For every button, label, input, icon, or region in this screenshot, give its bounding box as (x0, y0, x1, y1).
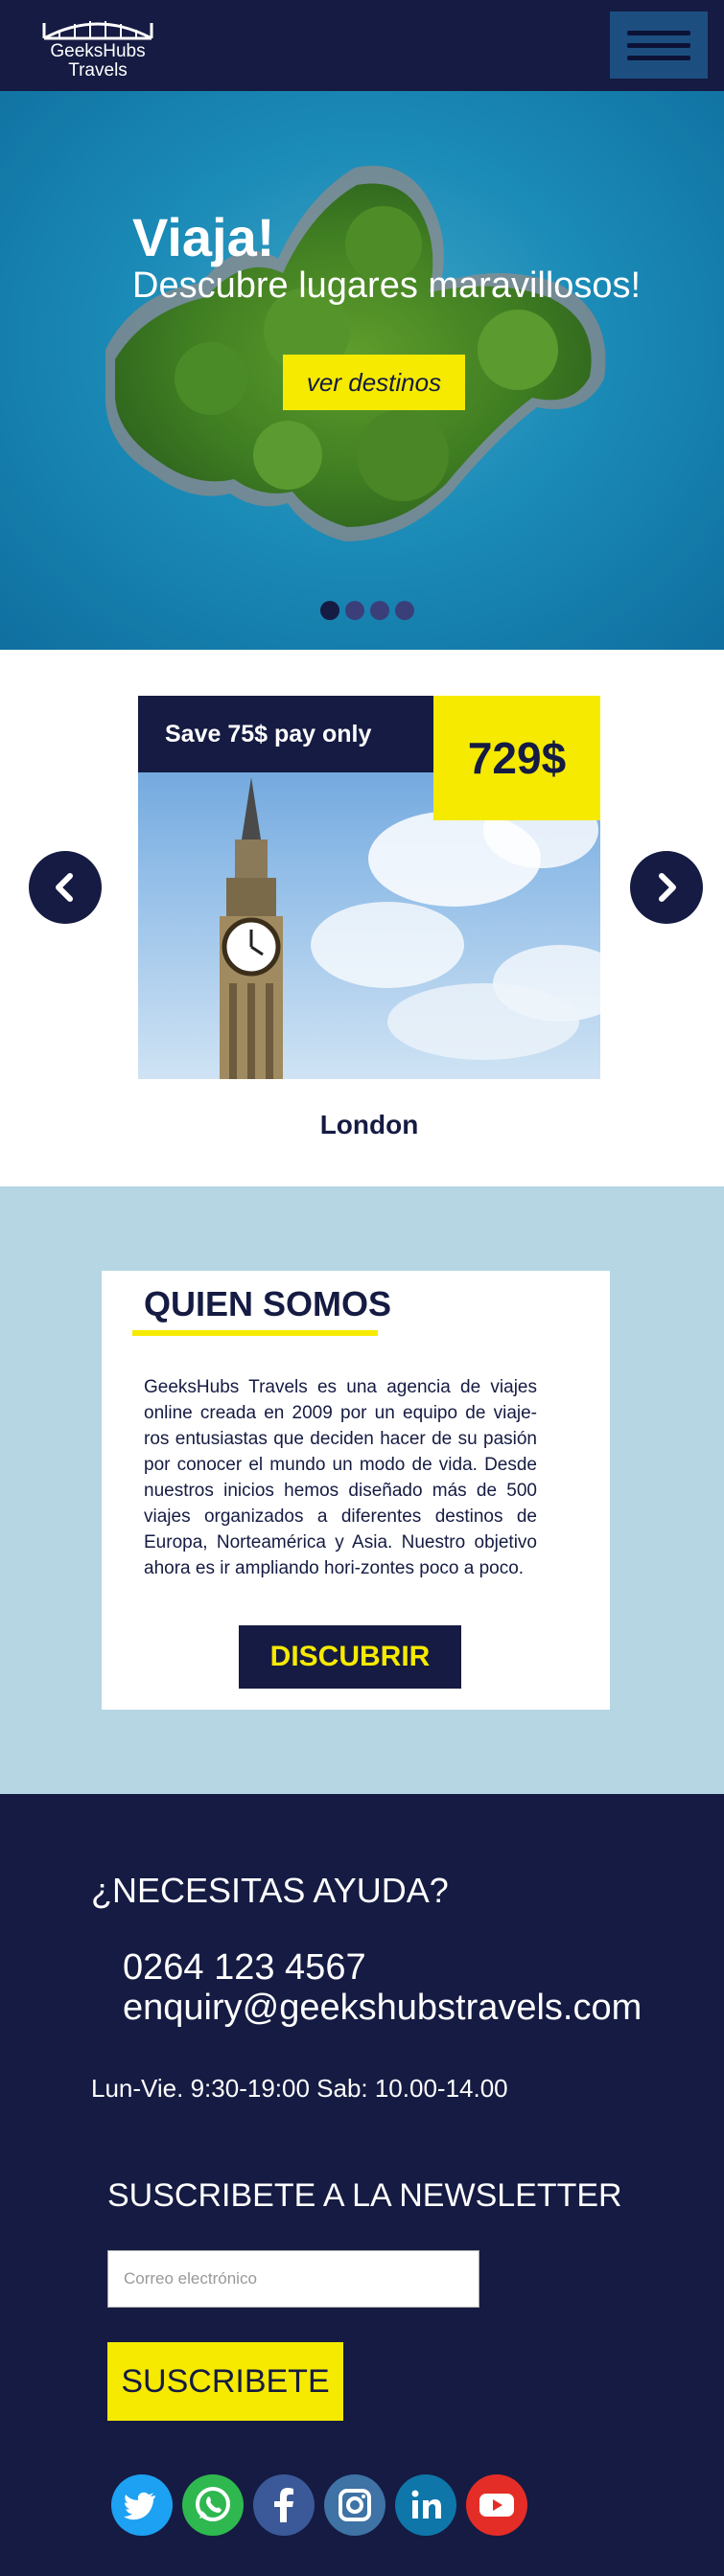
logo-line-1: GeeksHubs (50, 41, 146, 61)
prev-button[interactable] (29, 851, 102, 924)
chevron-left-icon (56, 873, 73, 902)
linkedin-link[interactable] (395, 2474, 456, 2536)
hero-banner: Viaja! Descubre lugares maravillosos! ve… (0, 91, 724, 650)
title-underline (132, 1330, 378, 1336)
instagram-link[interactable] (324, 2474, 385, 2536)
discover-button[interactable]: DISCUBRIR (239, 1625, 461, 1689)
hamburger-icon (627, 56, 690, 60)
slide-dot-2[interactable] (345, 601, 364, 620)
whatsapp-icon (196, 2487, 230, 2521)
chevron-right-icon (659, 873, 676, 902)
contact-email[interactable]: enquiry@geekshubstravels.com (123, 1988, 642, 2029)
hero-subtitle: Descubre lugares maravillosos! (132, 265, 642, 306)
instagram-icon (339, 2489, 371, 2521)
slide-dot-3[interactable] (370, 601, 389, 620)
youtube-icon (479, 2494, 514, 2517)
twitter-icon (124, 2492, 155, 2520)
about-card: QUIEN SOMOS GeeksHubs Travels es una age… (102, 1271, 610, 1710)
phone-number[interactable]: 0264 123 4567 (123, 1947, 366, 1989)
offer-card[interactable]: Save 75$ pay only 729$ (138, 696, 600, 1079)
hero-title: Viaja! (132, 207, 275, 267)
facebook-link[interactable] (253, 2474, 315, 2536)
about-section: QUIEN SOMOS GeeksHubs Travels es una age… (0, 1186, 724, 1794)
opening-hours: Lun-Vie. 9:30-19:00 Sab: 10.00-14.00 (91, 2074, 508, 2103)
hamburger-icon (627, 43, 690, 48)
next-button[interactable] (630, 851, 703, 924)
site-footer: ¿NECESITAS AYUDA? 0264 123 4567 enquiry@… (0, 1794, 724, 2576)
logo-line-2: Travels (68, 60, 128, 80)
site-header: GeeksHubs Travels (0, 0, 724, 91)
linkedin-icon (411, 2490, 441, 2518)
logo[interactable]: GeeksHubs Travels (40, 10, 155, 82)
slide-dot-1[interactable] (320, 601, 339, 620)
save-tag: Save 75$ pay only (138, 696, 433, 772)
help-title: ¿NECESITAS AYUDA? (91, 1871, 449, 1910)
menu-button[interactable] (610, 12, 708, 79)
about-title: QUIEN SOMOS (144, 1284, 392, 1323)
slide-dot-4[interactable] (395, 601, 414, 620)
whatsapp-link[interactable] (182, 2474, 244, 2536)
destinations-button[interactable]: ver destinos (283, 355, 465, 410)
price-tag: 729$ (433, 696, 600, 820)
twitter-link[interactable] (111, 2474, 173, 2536)
subscribe-button[interactable]: SUSCRIBETE (107, 2342, 343, 2421)
destination-name: London (319, 1110, 419, 1139)
about-text: GeeksHubs Travels es una agencia de viaj… (144, 1377, 537, 1578)
facebook-icon (274, 2488, 293, 2522)
youtube-link[interactable] (466, 2474, 527, 2536)
newsletter-title: SUSCRIBETE A LA NEWSLETTER (107, 2177, 622, 2214)
hamburger-icon (627, 31, 690, 35)
offers-carousel: Save 75$ pay only 729$ London (0, 650, 724, 1186)
newsletter-email-input[interactable] (107, 2250, 479, 2308)
logo-text: GeeksHubs Travels (40, 42, 155, 80)
